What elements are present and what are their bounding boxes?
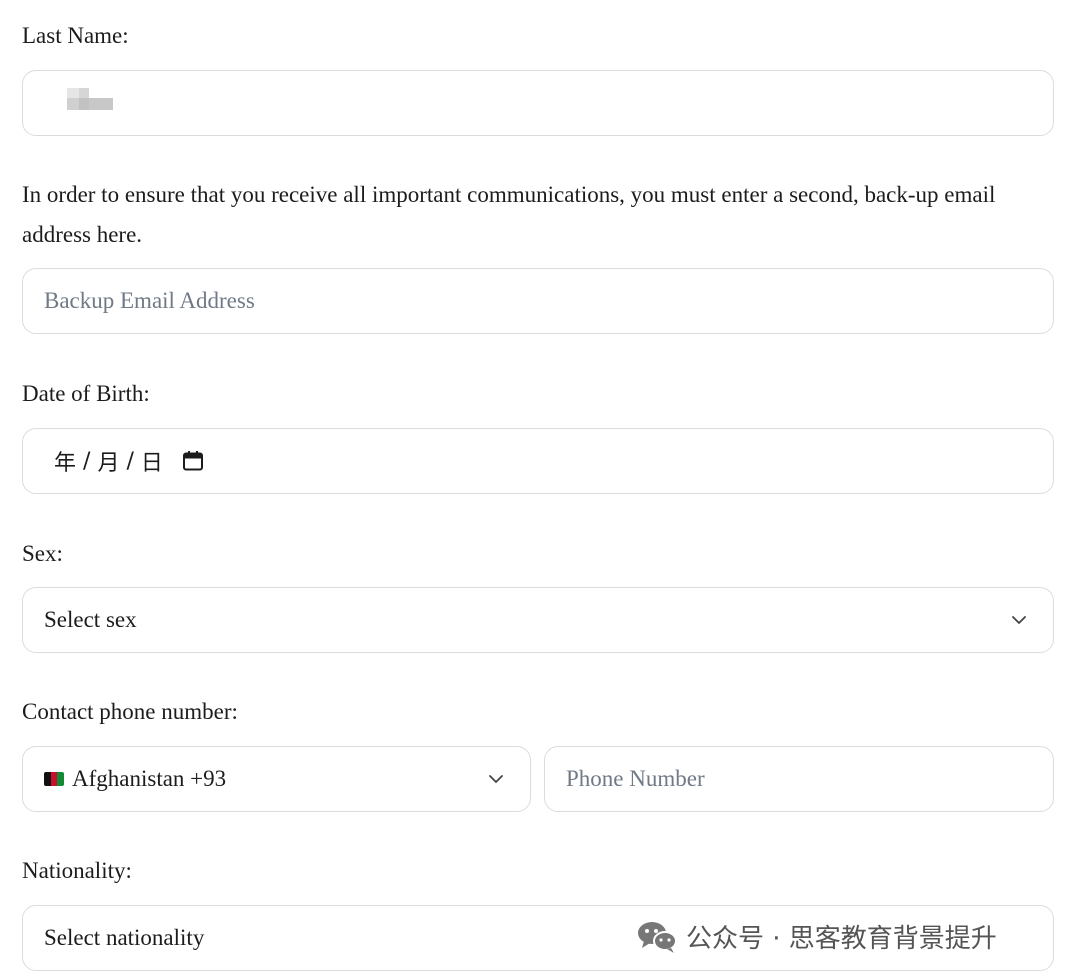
last-name-label: Last Name:: [22, 23, 129, 48]
dob-input[interactable]: 年 / 月 / 日: [22, 428, 1054, 494]
watermark-text: 公众号 · 思客教育背景提升: [686, 924, 997, 954]
dob-month-segment[interactable]: 月: [96, 445, 120, 477]
nationality-label: Nationality:: [22, 858, 132, 883]
redacted-value: [67, 88, 113, 110]
sex-label: Sex:: [22, 541, 63, 566]
phone-number-input[interactable]: Phone Number: [544, 746, 1054, 812]
dob-day-segment[interactable]: 日: [140, 445, 164, 477]
dob-year-segment[interactable]: 年: [53, 445, 77, 477]
dob-separator: /: [83, 448, 91, 474]
dob-label: Date of Birth:: [22, 381, 150, 406]
chevron-down-icon: [489, 775, 503, 783]
phone-country-value: Afghanistan +93: [23, 766, 226, 792]
backup-email-input[interactable]: Backup Email Address: [22, 268, 1054, 334]
last-name-input[interactable]: [22, 70, 1054, 136]
backup-email-note: In order to ensure that you receive all …: [22, 182, 996, 247]
phone-label: Contact phone number:: [22, 699, 238, 724]
backup-email-placeholder: Backup Email Address: [44, 288, 255, 313]
chevron-down-icon: [1012, 616, 1026, 624]
nationality-selected-value: Select nationality: [44, 925, 205, 950]
sex-select[interactable]: Select sex: [22, 587, 1054, 653]
watermark: 公众号 · 思客教育背景提升: [636, 918, 997, 955]
dob-separator: /: [126, 448, 134, 474]
phone-country-label: Afghanistan +93: [72, 766, 227, 791]
afghanistan-flag-icon: [44, 772, 64, 786]
phone-country-select[interactable]: Afghanistan +93: [22, 746, 531, 812]
wechat-icon: [638, 921, 677, 953]
phone-number-placeholder: Phone Number: [566, 766, 705, 791]
calendar-icon[interactable]: [182, 450, 204, 472]
sex-selected-value: Select sex: [44, 607, 137, 632]
